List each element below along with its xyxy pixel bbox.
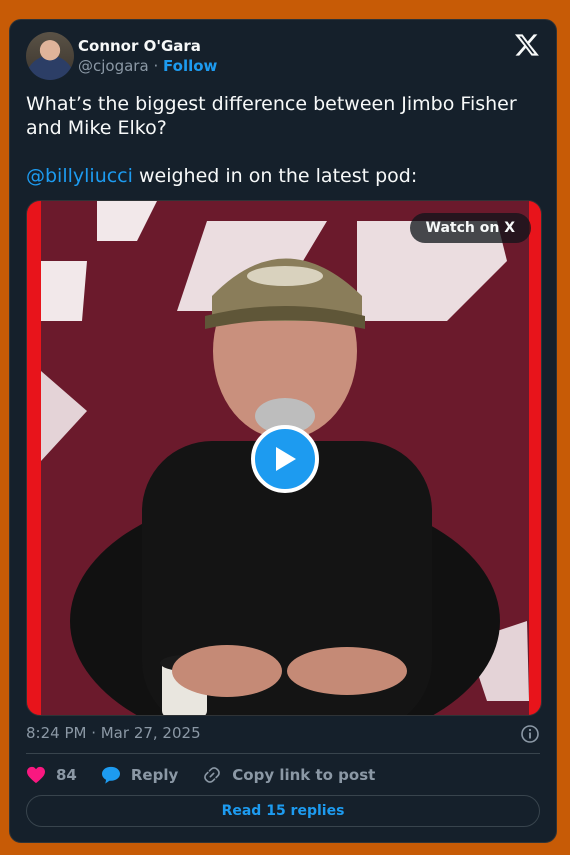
tweet-timestamp[interactable]: 8:24 PM · Mar 27, 2025 xyxy=(26,724,201,742)
divider xyxy=(26,753,540,754)
copy-link-label: Copy link to post xyxy=(232,766,376,784)
x-logo-icon[interactable] xyxy=(514,32,540,58)
read-replies-button[interactable]: Read 15 replies xyxy=(26,795,540,827)
copy-link-button[interactable]: Copy link to post xyxy=(202,765,375,785)
reply-bubble-icon xyxy=(101,766,120,784)
action-bar: 84 Reply Copy link to post xyxy=(26,764,399,786)
like-button[interactable]: 84 xyxy=(26,766,77,784)
follow-button[interactable]: Follow xyxy=(163,57,217,75)
reply-label: Reply xyxy=(130,766,179,784)
watch-on-x-badge[interactable]: Watch on X xyxy=(409,213,531,243)
reply-button[interactable]: Reply xyxy=(101,766,178,784)
author-name[interactable]: Connor O'Gara xyxy=(78,37,201,55)
play-button[interactable] xyxy=(251,425,319,493)
author-handle[interactable]: @cjogara xyxy=(78,57,149,75)
like-count: 84 xyxy=(56,766,77,784)
separator-dot: · xyxy=(153,57,159,75)
link-icon xyxy=(204,767,221,783)
author-handle-row: @cjogara · Follow xyxy=(78,57,217,75)
tweet-text: What’s the biggest difference between Ji… xyxy=(26,92,526,188)
play-icon xyxy=(276,447,296,471)
mention-link[interactable]: @billyliucci xyxy=(26,165,133,187)
video-player[interactable]: Watch on X xyxy=(26,200,542,716)
avatar[interactable] xyxy=(26,32,74,80)
tweet-card: Connor O'Gara @cjogara · Follow What’s t… xyxy=(9,19,557,843)
tweet-line-1: What’s the biggest difference between Ji… xyxy=(26,93,517,139)
info-icon[interactable] xyxy=(520,724,540,744)
heart-icon xyxy=(27,766,45,784)
tweet-line-2-rest: weighed in on the latest pod: xyxy=(132,165,418,187)
tweet-line-2: @billyliucci weighed in on the latest po… xyxy=(26,164,526,188)
